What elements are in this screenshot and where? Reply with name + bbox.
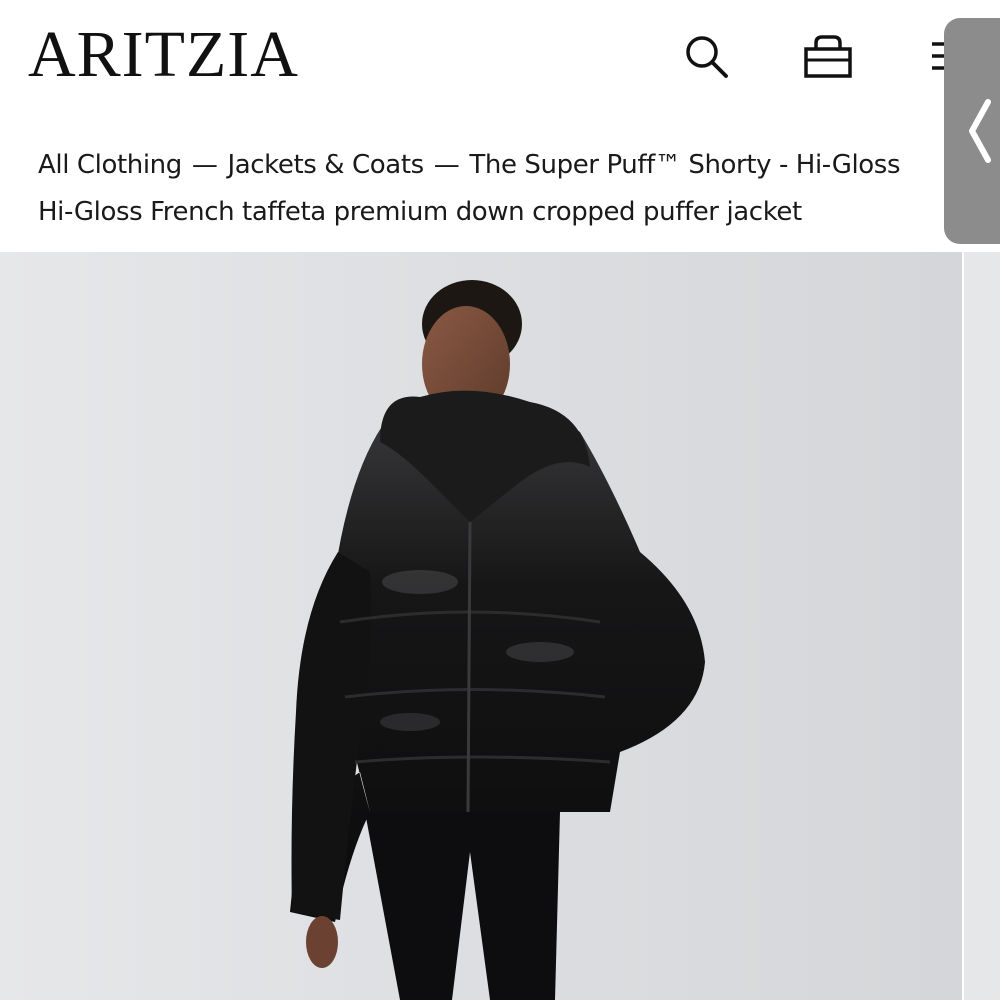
chevron-left-icon	[969, 99, 991, 163]
model-in-black-puffer-jacket	[0, 252, 962, 1000]
product-subtitle: Hi-Gloss French taffeta premium down cro…	[38, 197, 802, 227]
shopping-bag-icon	[804, 35, 852, 78]
breadcrumb-separator: —	[191, 150, 218, 180]
breadcrumb-current-product: The Super Puff™ Shorty - Hi-Gloss	[469, 150, 901, 180]
breadcrumb-jackets-coats[interactable]: Jackets & Coats	[227, 150, 424, 180]
search-icon	[686, 36, 728, 78]
breadcrumb-separator: —	[433, 150, 460, 180]
breadcrumb: All Clothing — Jackets & Coats — The Super P…	[38, 142, 958, 236]
brand-logo[interactable]: ARITZIA	[28, 22, 299, 88]
side-panel-toggle[interactable]	[944, 18, 1000, 244]
breadcrumb-all-clothing[interactable]: All Clothing	[38, 150, 182, 180]
breadcrumb-trail: All Clothing — Jackets & Coats — The Super P…	[38, 142, 958, 189]
search-button[interactable]	[680, 30, 732, 82]
next-image-preview[interactable]	[964, 252, 1000, 1000]
cart-button[interactable]	[802, 30, 854, 82]
product-image[interactable]	[0, 252, 962, 1000]
site-header: ARITZIA	[0, 0, 1000, 120]
